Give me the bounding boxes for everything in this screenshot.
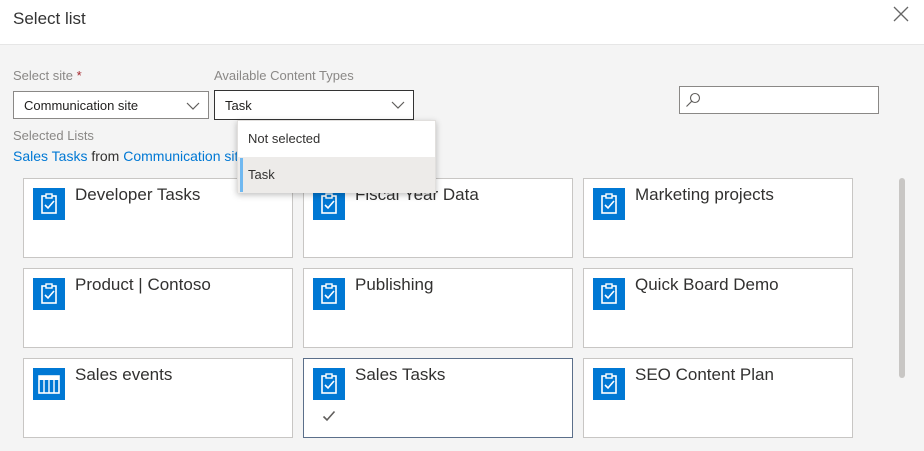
scrollbar-thumb[interactable] xyxy=(899,178,905,378)
list-card-name: Sales events xyxy=(75,365,173,384)
option-label: Not selected xyxy=(248,131,321,146)
dropdown-option-not-selected[interactable]: Not selected xyxy=(238,121,435,157)
site-label-text: Select site xyxy=(13,68,73,83)
dropdown-option-task[interactable]: Task xyxy=(238,157,435,193)
list-card-seo-content-plan[interactable]: SEO Content Plan xyxy=(583,358,853,438)
list-card-product-contoso[interactable]: Product | Contoso xyxy=(23,268,293,348)
chevron-down-icon xyxy=(186,102,200,110)
task-list-icon xyxy=(313,278,345,310)
task-list-icon xyxy=(593,188,625,220)
list-card-name: Product | Contoso xyxy=(75,275,211,294)
search-input[interactable] xyxy=(679,86,879,114)
close-icon xyxy=(893,6,909,22)
task-list-icon xyxy=(593,368,625,400)
list-card-quick-board-demo[interactable]: Quick Board Demo xyxy=(583,268,853,348)
site-select-value: Communication site xyxy=(24,98,139,113)
site-label: Select site * xyxy=(13,68,82,83)
close-button[interactable] xyxy=(892,5,910,23)
task-list-icon xyxy=(33,278,65,310)
selection-indicator xyxy=(240,158,243,192)
content-type-dropdown: Not selected Task xyxy=(237,120,436,193)
checkmark-icon xyxy=(322,410,336,422)
search-icon xyxy=(686,92,701,107)
selected-lists-summary: Sales Tasks from Communication site xyxy=(13,148,239,164)
dialog-title: Select list xyxy=(13,9,86,28)
option-label: Task xyxy=(248,167,275,182)
list-card-publishing[interactable]: Publishing xyxy=(303,268,573,348)
list-card-marketing-projects[interactable]: Marketing projects xyxy=(583,178,853,258)
task-list-icon xyxy=(593,278,625,310)
content-type-select[interactable]: Task xyxy=(214,90,414,120)
scrollbar[interactable] xyxy=(899,178,905,451)
list-card-name: Quick Board Demo xyxy=(635,275,779,294)
site-select[interactable]: Communication site xyxy=(13,91,209,119)
content-type-select-value: Task xyxy=(225,98,252,113)
list-card-name: Sales Tasks xyxy=(355,365,446,384)
required-mark: * xyxy=(76,68,82,83)
task-list-icon xyxy=(313,368,345,400)
list-card-name: Publishing xyxy=(355,275,434,294)
list-card-sales-events[interactable]: Sales events xyxy=(23,358,293,438)
calendar-list-icon xyxy=(33,368,65,400)
list-card-name: Marketing projects xyxy=(635,185,774,204)
dialog-header: Select list xyxy=(0,0,924,45)
selected-site-link[interactable]: Communication site xyxy=(123,148,239,164)
chevron-down-icon xyxy=(391,101,405,109)
list-card-name: SEO Content Plan xyxy=(635,365,774,384)
selected-list-link[interactable]: Sales Tasks xyxy=(13,148,87,164)
list-card-sales-tasks[interactable]: Sales Tasks xyxy=(303,358,573,438)
selected-lists-label: Selected Lists xyxy=(13,128,94,143)
list-card-name: Developer Tasks xyxy=(75,185,201,204)
content-types-label: Available Content Types xyxy=(214,68,354,83)
from-text: from xyxy=(87,148,124,164)
task-list-icon xyxy=(33,188,65,220)
